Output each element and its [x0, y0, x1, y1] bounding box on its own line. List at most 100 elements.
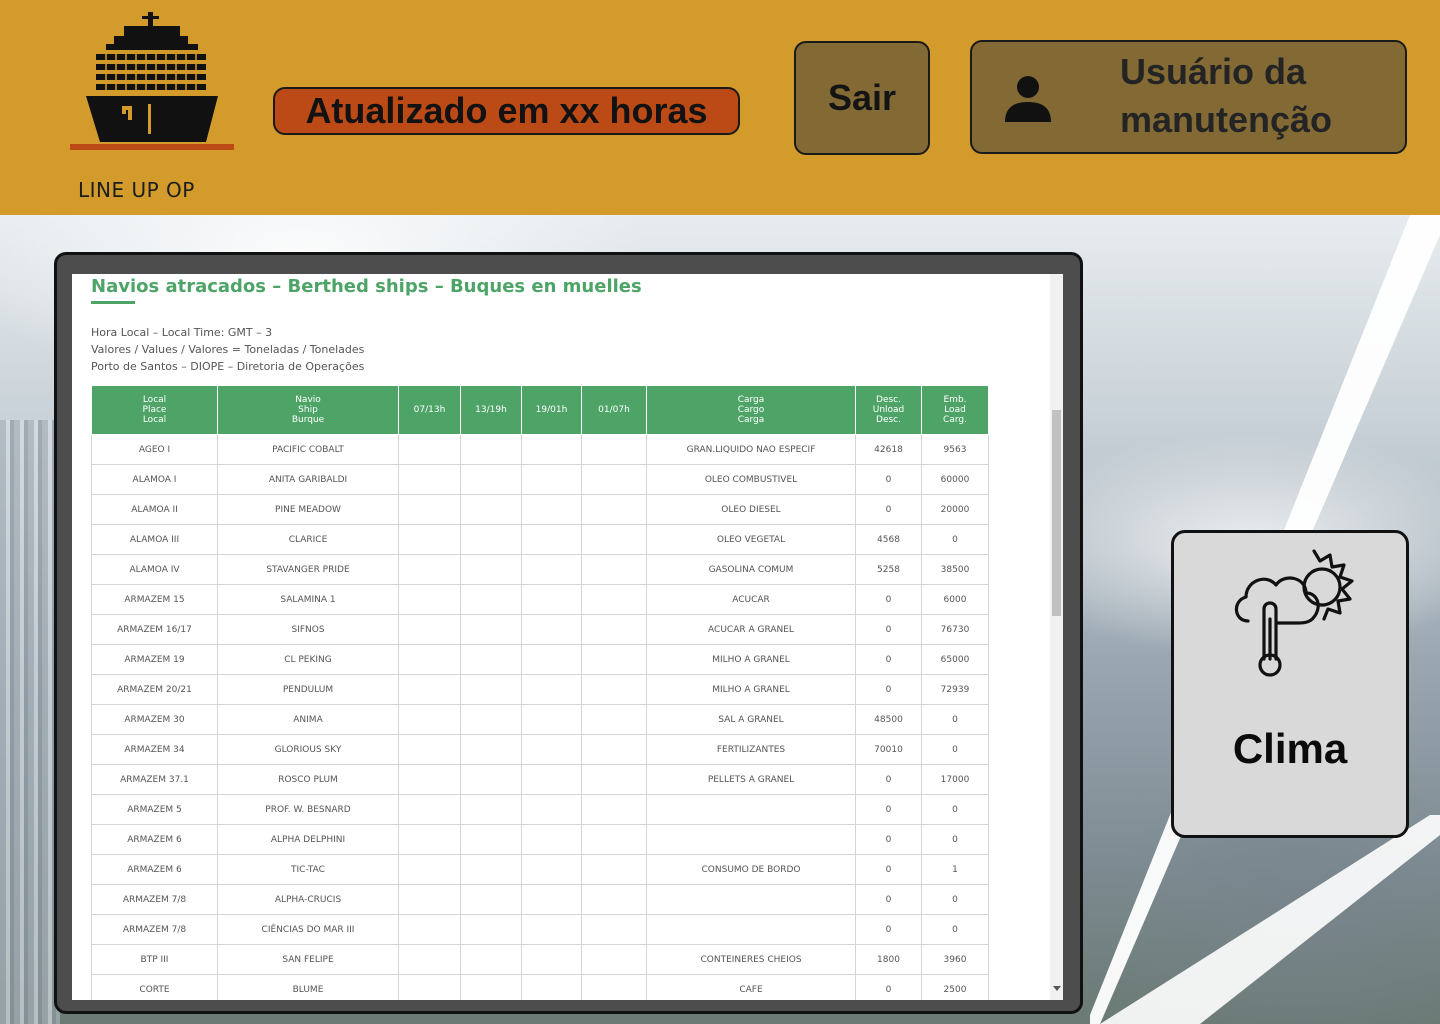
table-cell — [581, 764, 647, 795]
table-cell: 9563 — [921, 434, 989, 465]
table-cell: BLUME — [217, 974, 399, 1000]
title-underline — [91, 301, 135, 304]
table-cell: ANITA GARIBALDI — [217, 464, 399, 495]
table-cell: CORTE — [91, 974, 218, 1000]
table-cell: 0 — [921, 704, 989, 735]
table-cell: 0 — [921, 734, 989, 765]
column-header: Local Place Local — [91, 385, 218, 435]
table-cell: ARMAZEM 19 — [91, 644, 218, 675]
table-row: ARMAZEM 5 PROF. W. BESNARD 0 0 — [91, 794, 989, 825]
table-cell: 3960 — [921, 944, 989, 975]
table-cell: 0 — [855, 824, 922, 855]
table-cell: ARMAZEM 37.1 — [91, 764, 218, 795]
table-cell: 48500 — [855, 704, 922, 735]
table-cell: STAVANGER PRIDE — [217, 554, 399, 585]
table-cell: PACIFIC COBALT — [217, 434, 399, 465]
table-cell: 38500 — [921, 554, 989, 585]
table-cell: 0 — [855, 884, 922, 915]
table-cell — [398, 944, 461, 975]
table-cell — [581, 464, 647, 495]
table-cell — [460, 524, 522, 555]
table-cell: 17000 — [921, 764, 989, 795]
table-cell — [398, 674, 461, 705]
table-cell — [521, 434, 582, 465]
table-cell — [521, 524, 582, 555]
table-cell — [521, 824, 582, 855]
report-scrollbar[interactable] — [1050, 274, 1063, 1000]
table-row: ARMAZEM 15 SALAMINA 1 ACUCAR 0 6000 — [91, 584, 989, 615]
table-row: ARMAZEM 19 CL PEKING MILHO A GRANEL 0 65000 — [91, 644, 989, 675]
table-cell: 0 — [855, 464, 922, 495]
table-cell — [460, 884, 522, 915]
table-cell: PINE MEADOW — [217, 494, 399, 525]
table-cell — [398, 704, 461, 735]
user-profile-box[interactable]: Usuário da manutenção — [970, 40, 1407, 154]
table-cell: FERTILIZANTES — [646, 734, 856, 765]
report-info: Hora Local – Local Time: GMT – 3 Valores… — [91, 324, 364, 375]
table-cell: OLEO COMBUSTIVEL — [646, 464, 856, 495]
table-cell — [521, 944, 582, 975]
table-cell: ARMAZEM 6 — [91, 854, 218, 885]
table-cell — [521, 974, 582, 1000]
table-cell — [581, 584, 647, 615]
table-cell: SIFNOS — [217, 614, 399, 645]
table-cell — [581, 914, 647, 945]
user-icon — [1005, 76, 1051, 122]
table-cell: TIC-TAC — [217, 854, 399, 885]
scroll-down-arrow-icon[interactable] — [1053, 986, 1061, 991]
table-cell: 42618 — [855, 434, 922, 465]
table-cell — [398, 464, 461, 495]
table-cell: ALAMOA I — [91, 464, 218, 495]
table-cell — [460, 734, 522, 765]
table-cell — [521, 764, 582, 795]
table-cell: 0 — [855, 974, 922, 1000]
table-row: ARMAZEM 6 TIC-TAC CONSUMO DE BORDO 0 1 — [91, 854, 989, 885]
table-row: ALAMOA III CLARICE OLEO VEGETAL 4568 0 — [91, 524, 989, 555]
table-cell — [460, 494, 522, 525]
table-cell — [460, 854, 522, 885]
table-cell: 60000 — [921, 464, 989, 495]
table-cell — [521, 914, 582, 945]
table-cell: ALAMOA II — [91, 494, 218, 525]
column-header: Emb. Load Carg. — [921, 385, 989, 435]
table-row: ARMAZEM 7/8 ALPHA-CRUCIS 0 0 — [91, 884, 989, 915]
table-cell — [521, 854, 582, 885]
report-document[interactable]: Navios atracados – Berthed ships – Buque… — [72, 274, 1063, 1000]
table-cell — [521, 704, 582, 735]
table-cell: CL PEKING — [217, 644, 399, 675]
table-cell: 0 — [855, 914, 922, 945]
column-header: 13/19h — [460, 385, 522, 435]
table-row: AGEO I PACIFIC COBALT GRAN.LIQUIDO NAO ESP… — [91, 434, 989, 465]
table-cell: PROF. W. BESNARD — [217, 794, 399, 825]
table-cell: 0 — [921, 884, 989, 915]
table-cell — [460, 794, 522, 825]
table-cell: ALPHA-CRUCIS — [217, 884, 399, 915]
table-cell — [460, 974, 522, 1000]
table-cell: AGEO I — [91, 434, 218, 465]
table-row: ALAMOA IV STAVANGER PRIDE GASOLINA COMUM 52… — [91, 554, 989, 585]
table-cell: SAL A GRANEL — [646, 704, 856, 735]
background-city-strip — [0, 420, 60, 1024]
table-cell — [581, 884, 647, 915]
table-row: ARMAZEM 16/17 SIFNOS ACUCAR A GRANEL 0 76730 — [91, 614, 989, 645]
table-cell — [521, 674, 582, 705]
table-cell — [398, 554, 461, 585]
table-cell: 72939 — [921, 674, 989, 705]
table-cell: 0 — [921, 914, 989, 945]
table-cell — [646, 824, 856, 855]
table-cell — [581, 974, 647, 1000]
table-cell: 5258 — [855, 554, 922, 585]
table-cell: 0 — [855, 794, 922, 825]
table-cell — [460, 614, 522, 645]
table-cell — [581, 524, 647, 555]
table-cell — [521, 644, 582, 675]
table-cell: ARMAZEM 34 — [91, 734, 218, 765]
logout-button[interactable]: Sair — [794, 41, 930, 155]
table-cell: ALAMOA III — [91, 524, 218, 555]
weather-button[interactable]: Clima — [1171, 530, 1409, 838]
table-cell: 0 — [855, 494, 922, 525]
table-cell: 0 — [855, 614, 922, 645]
table-cell — [398, 614, 461, 645]
table-cell — [581, 494, 647, 525]
scrollbar-thumb[interactable] — [1052, 410, 1061, 616]
